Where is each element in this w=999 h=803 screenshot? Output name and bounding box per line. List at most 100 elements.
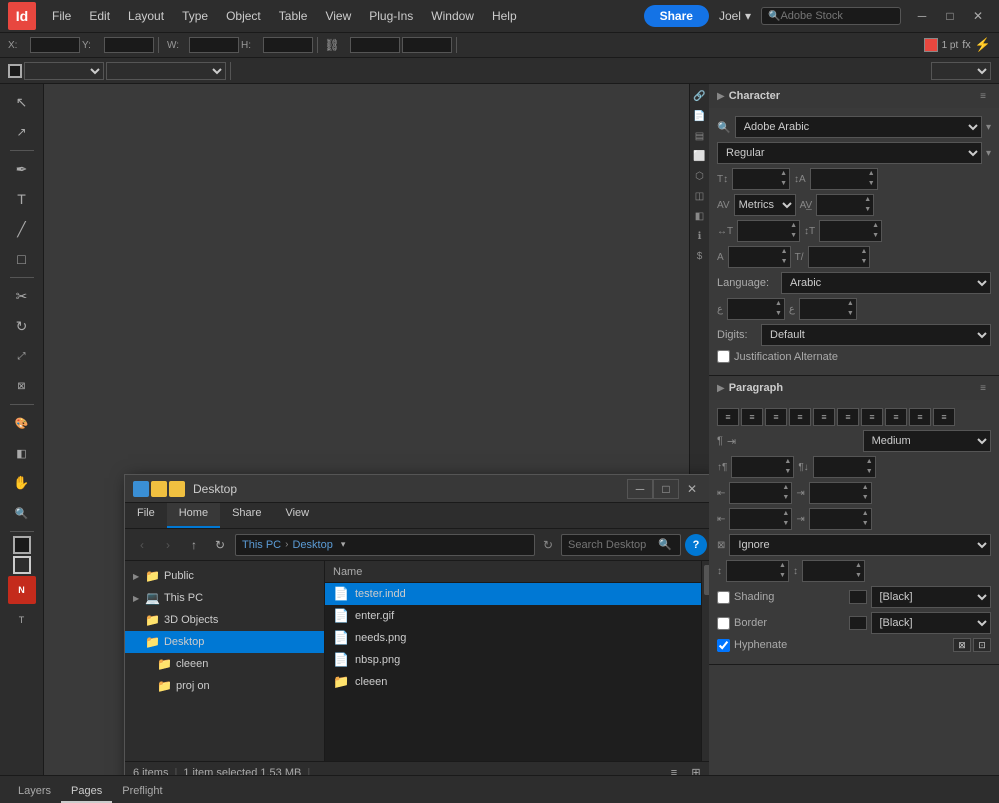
ara-down-1[interactable]: ▼ [773,309,784,319]
ind2-down[interactable]: ▼ [860,493,871,503]
indent4-spinbox[interactable]: 0 mm ▲ ▼ [809,508,872,530]
font-family-dropdown[interactable]: Adobe Arabic [735,116,982,138]
language-select[interactable]: Arabic [781,272,991,294]
nav-back-btn[interactable]: ‹ [131,534,153,556]
digits-select[interactable]: Default [761,324,991,346]
scale-v-up[interactable]: ▲ [870,221,881,231]
fill-color-swatch[interactable] [924,38,938,52]
ara-up-1[interactable]: ▲ [773,299,784,309]
window-close[interactable]: ✕ [965,6,991,26]
tracking-down[interactable]: ▼ [862,205,873,215]
search-input-explorer[interactable] [568,539,658,551]
val4-down[interactable]: ▼ [853,571,864,581]
font-size-down[interactable]: ▼ [778,179,789,189]
file-row-cleeen[interactable]: 📁 cleeen [325,671,701,693]
align-right2-btn[interactable]: ≡ [861,408,883,426]
baseline-up[interactable]: ▲ [779,247,790,257]
sa-up[interactable]: ▲ [864,457,875,467]
ara-spinbox-1[interactable]: 0 ▲ ▼ [727,298,785,320]
skew-up[interactable]: ▲ [859,247,870,257]
dollar-icon[interactable]: $ [692,248,708,264]
tab-preflight[interactable]: Preflight [112,781,172,803]
character-panel-menu[interactable]: ≡ [975,88,991,104]
menu-type[interactable]: Type [174,5,216,27]
hand-tool[interactable]: ✋ [8,469,36,497]
val3-input[interactable]: 0 [727,565,777,577]
space-after-input[interactable]: 0 mm [814,461,864,473]
indent4-input[interactable]: 0 mm [810,513,860,525]
tile-view-btn[interactable]: ⊞ [687,764,705,776]
w-input[interactable] [189,37,239,53]
space-before-spinbox[interactable]: 0 mm ▲ ▼ [731,456,794,478]
menu-help[interactable]: Help [484,5,525,27]
gradient-strip-icon[interactable]: ◧ [692,208,708,224]
ignore-select[interactable]: Ignore [729,534,991,556]
shading-color-select[interactable]: [Black] [871,586,992,608]
tracking-spinbox[interactable]: 0 ▲ ▼ [816,194,874,216]
file-row-tester[interactable]: 📄 tester.indd [325,583,701,605]
nav-refresh-btn[interactable]: ↻ [209,534,231,556]
justification-checkbox[interactable] [717,350,730,363]
scrollbar-thumb[interactable] [704,565,710,595]
paragraph-panel-menu[interactable]: ≡ [975,380,991,396]
effects-icon[interactable]: ⬡ [692,168,708,184]
indent2-input[interactable]: 0 mm [810,487,860,499]
direct-selection-tool[interactable]: ↗ [8,118,36,146]
baseline-down[interactable]: ▼ [779,257,790,267]
frame-tool[interactable]: N [8,576,36,604]
nav-forward-btn[interactable]: › [157,534,179,556]
x-input[interactable] [30,37,80,53]
menu-file[interactable]: File [44,5,79,27]
tab-pages[interactable]: Pages [61,781,112,803]
window-minimize[interactable]: ─ [909,6,935,26]
align-left2-btn[interactable]: ≡ [813,408,835,426]
stroke-tool[interactable] [13,556,31,574]
ara-down-2[interactable]: ▼ [845,309,856,319]
val4-input[interactable]: 0 [803,565,853,577]
indent3-spinbox[interactable]: 0 mm ▲ ▼ [729,508,792,530]
menu-layout[interactable]: Layout [120,5,172,27]
menu-view[interactable]: View [317,5,359,27]
baseline-spinbox[interactable]: 0 pt ▲ ▼ [728,246,791,268]
val3-up[interactable]: ▲ [777,561,788,571]
link-icon[interactable]: 🔗 [692,88,708,104]
ind3-up[interactable]: ▲ [780,509,791,519]
nav-refresh-icon[interactable]: ↻ [539,538,557,552]
sa-down[interactable]: ▼ [864,467,875,477]
align-center-btn[interactable]: ≡ [741,408,763,426]
scale-v-spinbox[interactable]: 100% ▲ ▼ [819,220,882,242]
val3-spinbox[interactable]: 0 ▲ ▼ [726,560,789,582]
address-dropdown-icon[interactable]: ▾ [341,539,346,550]
indent1-spinbox[interactable]: 0 mm ▲ ▼ [729,482,792,504]
ara-spinbox-2[interactable]: 0 ▲ ▼ [799,298,857,320]
y-input[interactable] [104,37,154,53]
sidebar-item-cleeen[interactable]: 📁 cleeen [125,653,324,675]
line-tool[interactable]: ╱ [8,215,36,243]
help-btn[interactable]: ? [685,534,707,556]
font-size-up[interactable]: ▲ [778,169,789,179]
character-panel-header[interactable]: ▶ Character ≡ [709,84,999,108]
font-size-input[interactable]: 12 pt [733,173,778,185]
indent1-input[interactable]: 0 mm [730,487,780,499]
nav-up-btn[interactable]: ↑ [183,534,205,556]
ara-input-1[interactable]: 0 [728,303,773,315]
scale-h-spinbox[interactable]: 100% ▲ ▼ [737,220,800,242]
ind4-up[interactable]: ▲ [860,509,871,519]
explorer-minimize-btn[interactable]: ─ [627,479,653,499]
kerning-spinbox[interactable]: Metrics [734,194,796,216]
tracking-input[interactable]: 0 [817,199,862,211]
lightning-icon[interactable]: ⚡ [975,37,991,53]
space-before-input[interactable]: 0 mm [732,461,782,473]
shading-checkbox[interactable] [717,591,730,604]
file-row-enter[interactable]: 📄 enter.gif [325,605,701,627]
info-icon[interactable]: ℹ [692,228,708,244]
align-right3-btn[interactable]: ≡ [933,408,955,426]
ind2-up[interactable]: ▲ [860,483,871,493]
leading-spinbox[interactable]: (14.4 pt) ▲ ▼ [810,168,878,190]
scale-h-up[interactable]: ▲ [788,221,799,231]
hyph-icon-1[interactable]: ⊠ [953,638,971,652]
ara-input-2[interactable]: 0 [800,303,845,315]
indent2-spinbox[interactable]: 0 mm ▲ ▼ [809,482,872,504]
stroke-swatch[interactable] [8,64,22,78]
pages-strip-icon[interactable]: 📄 [692,108,708,124]
